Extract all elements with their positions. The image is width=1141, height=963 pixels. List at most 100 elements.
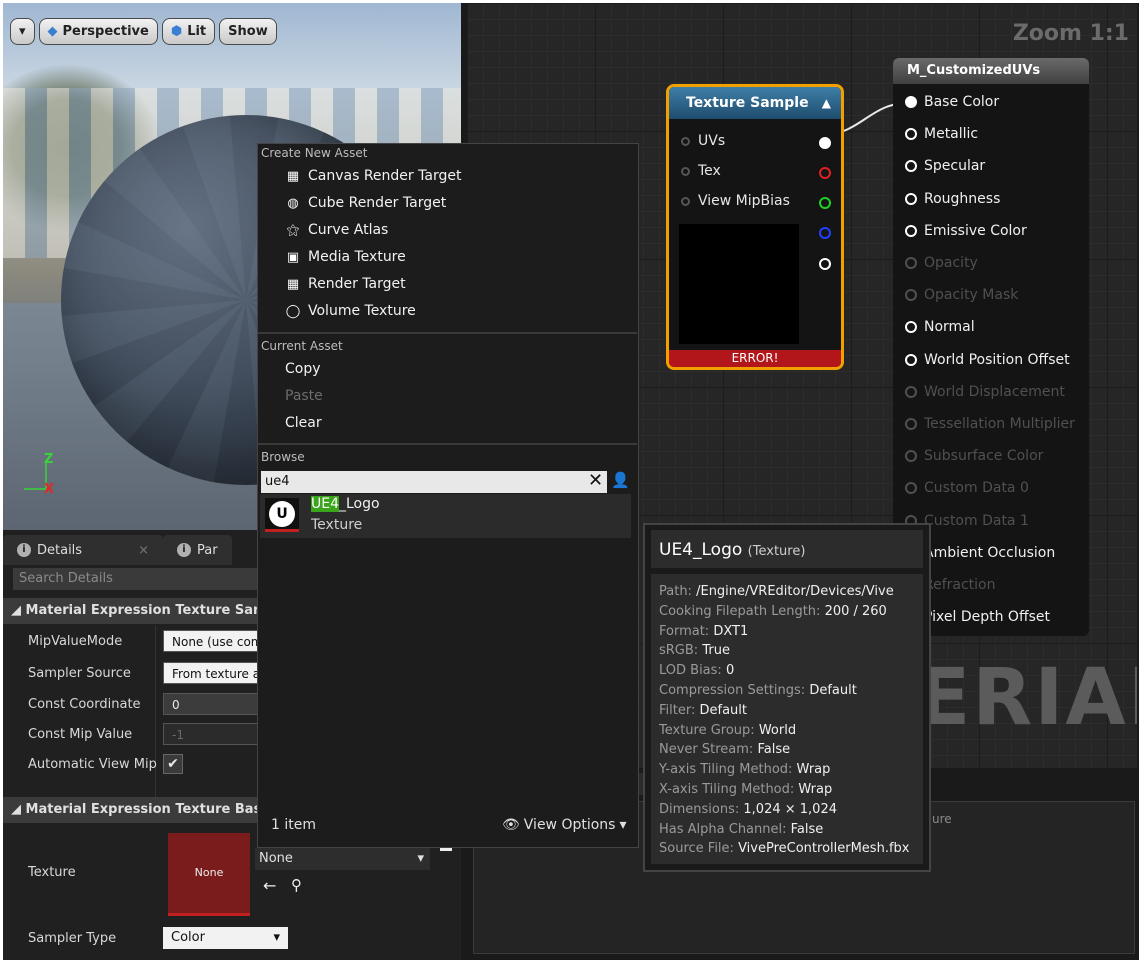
viewport-toolbar: ▾ ◆ Perspective ⬢ Lit Show <box>10 18 277 45</box>
texture-preview <box>679 224 799 344</box>
close-icon[interactable]: × <box>138 543 149 558</box>
material-pin-row[interactable]: Specular <box>905 158 985 174</box>
pin-tex[interactable]: Tex <box>681 163 721 179</box>
prop-label: Const Mip Value <box>28 727 133 742</box>
material-pin-row[interactable]: Base Color <box>905 94 999 110</box>
create-asset-item[interactable]: ◯ Volume Texture <box>285 303 416 319</box>
material-pin-row[interactable]: Tessellation Multiplier <box>905 416 1075 432</box>
show-label: Show <box>228 24 268 39</box>
tooltip-key: Compression Settings: <box>659 683 806 698</box>
render-target-icon: ▦ <box>286 276 300 292</box>
material-pin-row[interactable]: Opacity Mask <box>905 287 1018 303</box>
create-asset-label: Canvas Render Target <box>308 168 462 184</box>
tab-parameters[interactable]: i Par <box>162 535 232 565</box>
input-pin-icon[interactable] <box>905 289 917 302</box>
tooltip-key: Format: <box>659 623 710 639</box>
material-pin-label: Opacity <box>924 255 978 271</box>
asset-search-input[interactable]: ue4 <box>261 471 607 493</box>
cube-icon: ◍ <box>287 195 299 211</box>
input-pin-icon[interactable] <box>681 136 690 146</box>
input-pin-icon[interactable] <box>681 196 690 206</box>
material-pin-label: World Displacement <box>924 383 1065 400</box>
input-pin-icon[interactable] <box>905 321 917 334</box>
output-a-pin[interactable] <box>819 258 831 270</box>
material-pin-label: Custom Data 0 <box>924 480 1029 497</box>
copy-menu-item[interactable]: Copy <box>285 361 321 377</box>
output-g-pin[interactable] <box>819 197 831 209</box>
material-pin-row[interactable]: Roughness <box>905 191 1000 207</box>
perspective-button[interactable]: ◆ Perspective <box>38 18 158 45</box>
clear-search-icon[interactable]: ✕ <box>588 470 603 491</box>
texture-sample-header[interactable]: Texture Sample ▲ <box>669 87 841 119</box>
create-new-asset-header: Create New Asset <box>261 146 368 160</box>
texture-asset-dropdown[interactable]: None ▾ <box>255 848 430 870</box>
collapse-arrow-icon[interactable]: ▲ <box>822 96 831 110</box>
tooltip-asset-name: UE4_Logo <box>659 540 743 560</box>
material-pin-label: Tessellation Multiplier <box>924 416 1075 432</box>
material-node-title[interactable]: M_CustomizedUVs <box>893 58 1089 84</box>
prop-divider <box>155 626 156 816</box>
material-pin-row[interactable]: Emissive Color <box>905 223 1027 239</box>
input-pin-icon[interactable] <box>905 160 917 173</box>
use-selected-arrow-icon[interactable]: ← <box>263 876 276 895</box>
pin-label: UVs <box>698 133 726 149</box>
material-pin-label: Base Color <box>924 94 1000 110</box>
input-pin-icon[interactable] <box>905 385 917 398</box>
output-b-pin[interactable] <box>819 227 831 239</box>
pin-uvs[interactable]: UVs <box>681 133 725 149</box>
show-button[interactable]: Show <box>219 18 277 45</box>
input-pin-icon[interactable] <box>905 192 917 205</box>
tooltip-asset-type: (Texture) <box>747 544 806 559</box>
tooltip-value: 1,024 × 1,024 <box>743 801 837 817</box>
lit-button[interactable]: ⬢ Lit <box>161 18 216 45</box>
create-asset-item[interactable]: ▦ Render Target <box>285 276 406 292</box>
sampler-type-dropdown[interactable]: Color ▾ <box>163 927 288 949</box>
user-filter-icon[interactable]: 👤 <box>611 471 630 489</box>
tooltip-row: sRGB: True <box>659 643 730 658</box>
tooltip-value: DXT1 <box>713 623 749 639</box>
view-options-button[interactable]: 👁 View Options ▾ <box>502 817 627 833</box>
material-pin-row[interactable]: Normal <box>905 319 975 335</box>
error-bar: ERROR! <box>669 350 841 367</box>
input-pin-icon[interactable] <box>905 96 917 108</box>
tooltip-row: Texture Group: World <box>659 723 796 738</box>
material-pin-row[interactable]: Custom Data 0 <box>905 480 1029 496</box>
input-pin-icon[interactable] <box>905 450 917 463</box>
input-pin-icon[interactable] <box>905 257 917 269</box>
ue-logo-icon: U <box>269 500 295 527</box>
output-rgb-pin[interactable] <box>819 137 831 149</box>
texture-sample-node[interactable]: Texture Sample ▲ UVs Tex View MipBias ER… <box>666 84 844 370</box>
create-asset-item[interactable]: ▦ Canvas Render Target <box>285 168 462 184</box>
clear-menu-item[interactable]: Clear <box>285 415 322 431</box>
material-pin-row[interactable]: Subsurface Color <box>905 448 1043 464</box>
input-pin-icon[interactable] <box>681 166 690 176</box>
texture-thumbnail[interactable]: None <box>168 833 250 916</box>
create-asset-label: Cube Render Target <box>308 195 447 211</box>
tooltip-key: Dimensions: <box>659 801 740 817</box>
input-pin-icon[interactable] <box>905 482 917 495</box>
viewport-options-button[interactable]: ▾ <box>10 18 35 45</box>
output-r-pin[interactable] <box>819 167 831 179</box>
input-pin-icon[interactable] <box>905 353 917 366</box>
paste-menu-item[interactable]: Paste <box>285 388 323 404</box>
chevron-down-icon: ▾ <box>417 851 424 866</box>
input-pin-icon[interactable] <box>905 224 917 237</box>
perspective-label: Perspective <box>62 24 149 39</box>
menu-separator <box>258 332 637 334</box>
tooltip-key: Cooking Filepath Length: <box>659 603 821 619</box>
input-pin-icon[interactable] <box>905 418 917 430</box>
automatic-view-mip-checkbox[interactable]: ✔ <box>163 754 183 774</box>
chevron-down-icon: ▾ <box>273 930 280 945</box>
input-pin-icon[interactable] <box>905 128 917 141</box>
create-asset-item[interactable]: ▣ Media Texture <box>285 249 406 265</box>
stats-text-fragment: ure <box>932 812 952 826</box>
create-asset-item[interactable]: ⚝ Curve Atlas <box>285 222 389 238</box>
browse-search-icon[interactable]: ⚲ <box>291 876 302 894</box>
tab-details[interactable]: i Details × <box>3 535 163 565</box>
material-pin-row[interactable]: World Position Offset <box>905 352 1070 368</box>
pin-view-mipbias[interactable]: View MipBias <box>681 193 790 209</box>
material-pin-row[interactable]: Opacity <box>905 255 978 271</box>
material-pin-row[interactable]: World Displacement <box>905 384 1065 400</box>
create-asset-item[interactable]: ◍ Cube Render Target <box>285 195 446 211</box>
material-pin-row[interactable]: Metallic <box>905 126 978 142</box>
